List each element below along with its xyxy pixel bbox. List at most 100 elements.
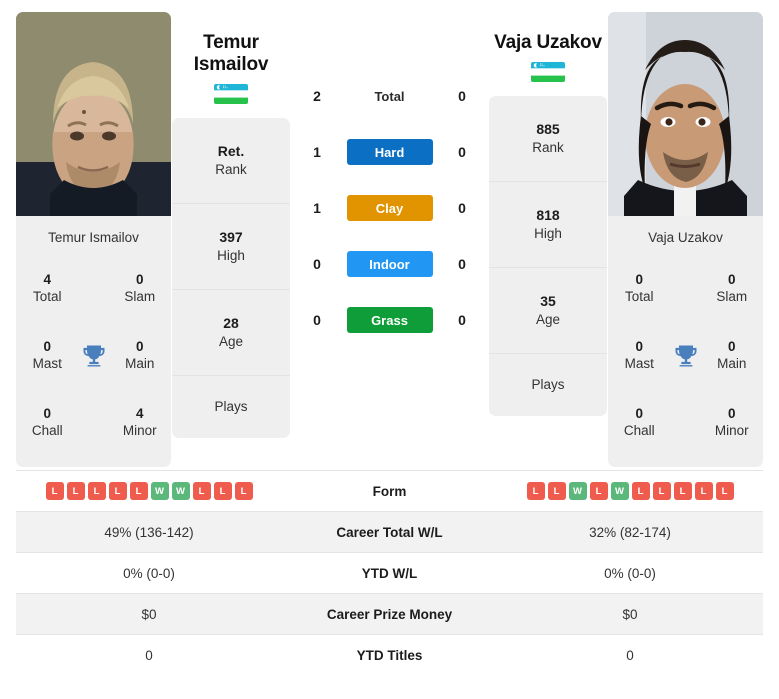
left-titles-total-value: 4 bbox=[43, 271, 51, 287]
player-comparison-page: Temur Ismailov 4 Total 0 Slam 0 Mast 0 M… bbox=[0, 0, 779, 699]
left-titles-main: 0 Main bbox=[115, 339, 166, 373]
stats-comparison-table: LLLLLWWLLL Form LLWLWLLLLL 49% (136-142)… bbox=[16, 470, 763, 676]
form-badge[interactable]: L bbox=[673, 482, 692, 500]
left-career-total-wl: 49% (136-142) bbox=[104, 524, 194, 540]
left-titles-slam: 0 Slam bbox=[115, 272, 166, 306]
right-uzbekistan-flag-icon bbox=[531, 61, 565, 82]
right-titles-main-value: 0 bbox=[727, 339, 736, 355]
surface-hard-pill[interactable]: Hard bbox=[346, 139, 433, 165]
right-ytd-titles: 0 bbox=[626, 647, 634, 663]
left-titles-grid: 4 Total 0 Slam 0 Mast 0 Main 0 Chall 4 M… bbox=[16, 255, 171, 467]
left-form-cell: LLLLLWWLLL bbox=[16, 471, 282, 512]
left-rank-row: Ret. Rank bbox=[172, 118, 290, 204]
right-titles-slam-label: Slam bbox=[716, 288, 748, 304]
form-badge[interactable]: L bbox=[234, 482, 253, 500]
right-rank-row: 885 Rank bbox=[489, 96, 607, 182]
surface-comparison-column: 2 Total 0 1 Hard 0 1 Clay 0 0 Indoor 0 0… bbox=[291, 12, 488, 470]
form-badge[interactable]: W bbox=[150, 482, 169, 500]
left-clay-wins: 1 bbox=[313, 200, 321, 216]
left-titles-total-label: Total bbox=[32, 288, 62, 304]
surface-clay-pill[interactable]: Clay bbox=[346, 195, 433, 221]
left-titles-main-label: Main bbox=[125, 355, 155, 371]
form-badge[interactable]: L bbox=[66, 482, 85, 500]
form-badge[interactable]: L bbox=[631, 482, 650, 500]
form-badge[interactable]: L bbox=[652, 482, 671, 500]
form-badge[interactable]: L bbox=[715, 482, 734, 500]
left-ytd-titles: 0 bbox=[145, 647, 153, 663]
comparison-header-area: Temur Ismailov 4 Total 0 Slam 0 Mast 0 M… bbox=[0, 0, 779, 470]
right-titles-slam: 0 Slam bbox=[707, 272, 758, 306]
form-badge[interactable]: W bbox=[568, 482, 587, 500]
career-prize-money-label: Career Prize Money bbox=[326, 606, 453, 622]
right-high-row: 818 High bbox=[489, 182, 607, 268]
left-titles-minor: 4 Minor bbox=[115, 406, 166, 440]
right-age-label: Age bbox=[535, 311, 561, 327]
right-titles-mast-label: Mast bbox=[624, 355, 654, 371]
left-titles-minor-label: Minor bbox=[122, 423, 157, 439]
left-titles-chall-label: Chall bbox=[31, 423, 63, 439]
right-titles-main-label: Main bbox=[717, 355, 747, 371]
form-badge[interactable]: L bbox=[87, 482, 106, 500]
form-badge[interactable]: L bbox=[526, 482, 545, 500]
form-badge[interactable]: L bbox=[192, 482, 211, 500]
right-player-column: Vaja Uzakov 0 Total 0 Slam 0 Mast 0 Main… bbox=[608, 12, 763, 470]
left-age-row: 28 Age bbox=[172, 290, 290, 376]
surface-total-label-wrap: Total bbox=[343, 83, 436, 109]
form-badge[interactable]: L bbox=[45, 482, 64, 500]
right-clay-wins: 0 bbox=[458, 200, 466, 216]
form-badge[interactable]: L bbox=[213, 482, 232, 500]
right-hard-wins: 0 bbox=[458, 144, 466, 160]
right-titles-total-label: Total bbox=[624, 288, 654, 304]
left-player-name-line2: Ismailov bbox=[193, 53, 269, 75]
left-titles-main-value: 0 bbox=[135, 339, 144, 355]
left-titles-slam-value: 0 bbox=[135, 271, 144, 287]
right-titles-minor-label: Minor bbox=[714, 423, 749, 439]
left-plays-row: Plays bbox=[172, 376, 290, 438]
right-titles-main: 0 Main bbox=[707, 339, 758, 373]
left-rank-label: Rank bbox=[215, 161, 247, 177]
left-player-card[interactable]: Temur Ismailov 4 Total 0 Slam 0 Mast 0 M… bbox=[16, 12, 171, 467]
right-player-card[interactable]: Vaja Uzakov 0 Total 0 Slam 0 Mast 0 Main… bbox=[608, 12, 763, 467]
left-hard-wins: 1 bbox=[313, 144, 321, 160]
right-career-total-wl: 32% (82-174) bbox=[589, 524, 671, 540]
left-total-wins: 2 bbox=[313, 88, 321, 104]
left-player-name-line1: Temur bbox=[203, 32, 259, 53]
left-career-prize-money: $0 bbox=[141, 606, 157, 622]
left-player-info-column: Temur Ismailov Ret. Rank 397 High 28 Age… bbox=[171, 12, 291, 470]
form-badge[interactable]: L bbox=[108, 482, 127, 500]
surface-indoor-pill[interactable]: Indoor bbox=[346, 251, 433, 277]
left-uzbekistan-flag-icon bbox=[214, 83, 248, 104]
left-titles-chall: 0 Chall bbox=[22, 406, 73, 440]
surface-clay-wrap: Clay bbox=[343, 195, 436, 221]
right-high-label: High bbox=[534, 225, 562, 241]
table-row-form: LLLLLWWLLL Form LLWLWLLLLL bbox=[16, 470, 763, 512]
form-badge[interactable]: W bbox=[171, 482, 190, 500]
surface-grass-pill[interactable]: Grass bbox=[346, 307, 433, 333]
surface-indoor-wrap: Indoor bbox=[343, 251, 436, 277]
left-player-photo-name: Temur Ismailov bbox=[48, 230, 139, 245]
right-total-wins: 0 bbox=[458, 88, 466, 104]
table-row-career-total-wl: 49% (136-142) Career Total W/L 32% (82-1… bbox=[16, 511, 763, 553]
career-total-wl-label: Career Total W/L bbox=[336, 524, 443, 540]
right-trophy-icon bbox=[665, 342, 707, 370]
form-badge[interactable]: L bbox=[694, 482, 713, 500]
form-badge[interactable]: L bbox=[129, 482, 148, 500]
right-grass-wins: 0 bbox=[458, 312, 466, 328]
right-titles-slam-value: 0 bbox=[727, 271, 736, 287]
left-player-column: Temur Ismailov 4 Total 0 Slam 0 Mast 0 M… bbox=[16, 12, 171, 470]
left-player-photo bbox=[16, 12, 171, 216]
form-badge[interactable]: L bbox=[547, 482, 566, 500]
left-player-name[interactable]: Temur Ismailov bbox=[193, 12, 269, 76]
surface-row-indoor: 0 Indoor 0 bbox=[291, 236, 488, 292]
surface-row-grass: 0 Grass 0 bbox=[291, 292, 488, 348]
right-indoor-wins: 0 bbox=[458, 256, 466, 272]
table-row-ytd-wl: 0% (0-0) YTD W/L 0% (0-0) bbox=[16, 552, 763, 594]
right-titles-mast-value: 0 bbox=[635, 339, 643, 355]
left-titles-minor-value: 4 bbox=[135, 406, 144, 422]
form-badge[interactable]: W bbox=[610, 482, 629, 500]
right-player-info-column: Vaja Uzakov 885 Rank 818 High 35 Age Pla… bbox=[488, 12, 608, 470]
right-plays-row: Plays bbox=[489, 354, 607, 416]
right-player-name[interactable]: Vaja Uzakov bbox=[494, 12, 602, 54]
form-badge[interactable]: L bbox=[589, 482, 608, 500]
surface-hard-wrap: Hard bbox=[343, 139, 436, 165]
